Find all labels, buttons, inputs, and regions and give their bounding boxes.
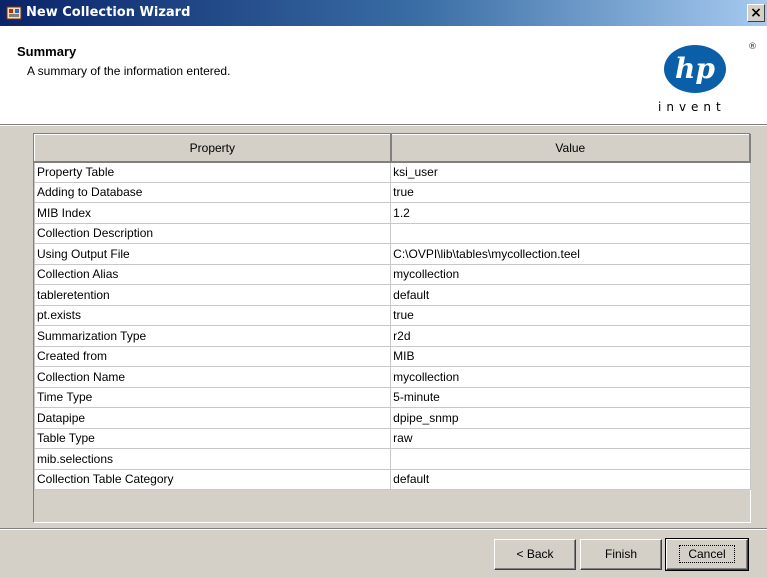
table-row[interactable]: MIB Index 1.2: [33, 202, 751, 224]
cancel-button-label: Cancel: [679, 545, 735, 563]
table-row[interactable]: Created from MIB: [33, 345, 751, 367]
property-cell: Collection Name: [33, 366, 392, 388]
property-cell: Summarization Type: [33, 325, 392, 347]
table-row[interactable]: tableretention default: [33, 284, 751, 306]
table-header-row: Property Value: [33, 134, 752, 163]
property-cell: mib.selections: [33, 448, 392, 470]
cancel-button[interactable]: Cancel: [665, 538, 749, 571]
table-row[interactable]: Adding to Database true: [33, 181, 751, 203]
table-row[interactable]: Time Type 5-minute: [33, 386, 751, 408]
table-row[interactable]: mib.selections: [33, 448, 751, 470]
summary-table: Property Value Property Table ksi_user Ad…: [33, 134, 752, 490]
title-bar[interactable]: New Collection Wizard ×: [0, 0, 767, 26]
table-row[interactable]: Collection Name mycollection: [33, 366, 751, 388]
finish-button[interactable]: Finish: [580, 539, 662, 570]
registered-mark: ®: [748, 42, 757, 52]
property-cell: Collection Description: [33, 222, 392, 244]
value-cell: C:\OVPI\lib\tables\mycollection.teel: [390, 243, 751, 265]
property-cell: tableretention: [33, 284, 392, 306]
hp-logo-mark: hp: [664, 45, 726, 93]
hp-logo: hp ® invent: [658, 42, 758, 122]
value-cell: [390, 222, 751, 244]
property-cell: Using Output File: [33, 243, 392, 265]
property-cell: Collection Table Category: [33, 468, 392, 490]
page-title: Summary: [17, 44, 77, 59]
value-cell: 5-minute: [390, 386, 751, 408]
table-row[interactable]: Collection Table Category default: [33, 468, 751, 490]
column-header-value[interactable]: Value: [390, 134, 752, 163]
property-cell: MIB Index: [33, 202, 392, 224]
hp-tagline: invent: [658, 100, 726, 114]
page-subtitle: A summary of the information entered.: [27, 64, 231, 78]
footer-divider: [0, 528, 767, 530]
table-row[interactable]: Collection Alias mycollection: [33, 263, 751, 285]
property-cell: Table Type: [33, 427, 392, 449]
table-row[interactable]: Collection Description: [33, 222, 751, 244]
property-cell: Property Table: [33, 161, 392, 183]
table-row[interactable]: Table Type raw: [33, 427, 751, 449]
table-row[interactable]: Datapipe dpipe_snmp: [33, 407, 751, 429]
value-cell: [390, 448, 751, 470]
property-cell: Time Type: [33, 386, 392, 408]
value-cell: mycollection: [390, 263, 751, 285]
value-cell: raw: [390, 427, 751, 449]
table-row[interactable]: pt.exists true: [33, 304, 751, 326]
value-cell: true: [390, 181, 751, 203]
summary-table-panel: Property Value Property Table ksi_user Ad…: [33, 133, 752, 523]
value-cell: mycollection: [390, 366, 751, 388]
property-cell: Adding to Database: [33, 181, 392, 203]
property-cell: pt.exists: [33, 304, 392, 326]
value-cell: default: [390, 284, 751, 306]
table-row[interactable]: Using Output File C:\OVPI\lib\tables\myco…: [33, 243, 751, 265]
window-title: New Collection Wizard: [26, 5, 191, 20]
back-button[interactable]: < Back: [494, 539, 576, 570]
wizard-header: Summary A summary of the information ent…: [0, 26, 767, 124]
wizard-window: New Collection Wizard × Summary A summar…: [0, 0, 767, 578]
value-cell: r2d: [390, 325, 751, 347]
value-cell: MIB: [390, 345, 751, 367]
header-divider: [0, 124, 767, 126]
value-cell: dpipe_snmp: [390, 407, 751, 429]
column-header-property[interactable]: Property: [33, 134, 392, 163]
property-cell: Datapipe: [33, 407, 392, 429]
close-button[interactable]: ×: [747, 4, 765, 22]
value-cell: ksi_user: [390, 161, 751, 183]
value-cell: 1.2: [390, 202, 751, 224]
value-cell: default: [390, 468, 751, 490]
table-row[interactable]: Summarization Type r2d: [33, 325, 751, 347]
hp-logo-text: hp: [675, 52, 715, 85]
property-cell: Collection Alias: [33, 263, 392, 285]
app-icon: [6, 6, 22, 20]
table-row[interactable]: Property Table ksi_user: [33, 161, 751, 183]
value-cell: true: [390, 304, 751, 326]
property-cell: Created from: [33, 345, 392, 367]
